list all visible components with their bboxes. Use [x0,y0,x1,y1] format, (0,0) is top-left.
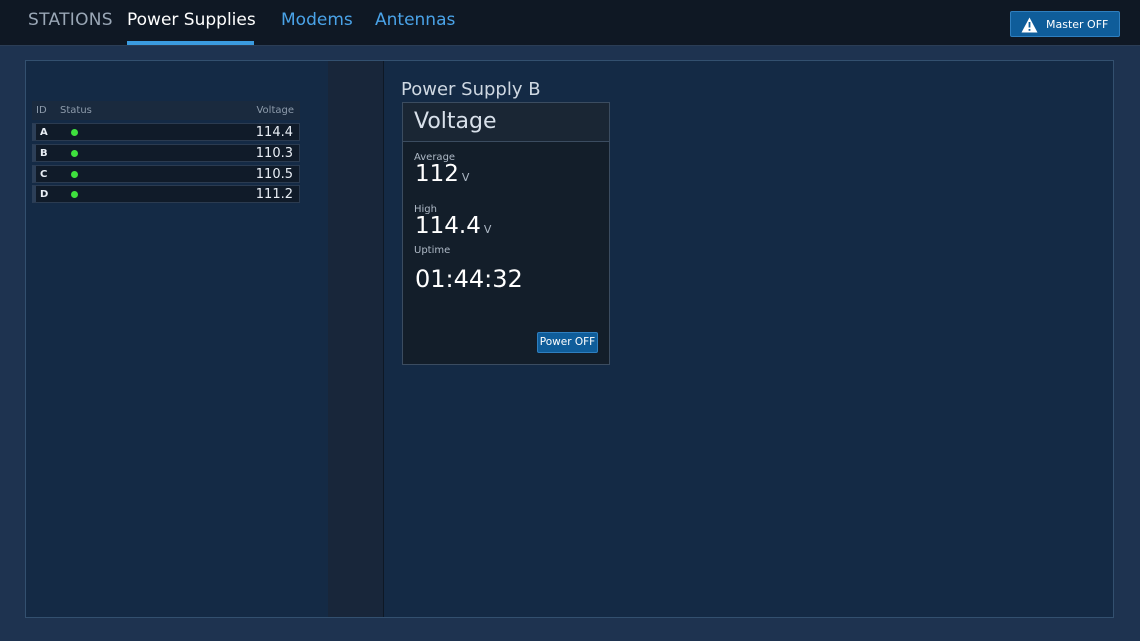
table-header: ID Status Voltage [32,101,300,120]
row-voltage: 111.2 [255,187,293,202]
app-brand: STATIONS [28,10,113,30]
high-number: 114.4 [415,213,481,239]
tab-power-supplies[interactable]: Power Supplies [127,10,256,30]
column-header-status: Status [60,105,92,116]
status-indicator [71,191,78,198]
panel-divider [328,61,384,617]
uptime-value: 01:44:32 [415,265,523,293]
status-indicator [71,129,78,136]
high-value: 114.4 V [415,213,491,239]
detail-title: Power Supply B [401,79,541,100]
top-nav-bar: STATIONS Power Supplies Modems Antennas … [0,0,1140,46]
table-row[interactable]: B 110.3 [32,144,300,162]
row-voltage: 110.3 [255,146,293,161]
master-off-label: Master OFF [1046,18,1109,31]
master-off-button[interactable]: Master OFF [1010,11,1120,37]
card-title: Voltage [414,109,497,134]
main-panel: ID Status Voltage A 114.4 B 110.3 C 110.… [25,60,1114,618]
average-value: 112 V [415,161,469,187]
row-id: D [40,189,49,200]
card-header: Voltage [403,103,609,142]
row-voltage: 114.4 [255,125,293,140]
row-voltage: 110.5 [255,167,293,182]
voltage-card: Voltage Average 112 V High 114.4 V Uptime … [402,102,610,365]
high-unit: V [483,223,492,236]
row-id: A [40,127,48,138]
status-indicator [71,171,78,178]
table-row[interactable]: C 110.5 [32,165,300,183]
active-tab-indicator [127,41,254,45]
power-off-button[interactable]: Power OFF [537,332,598,353]
tab-modems[interactable]: Modems [281,10,353,30]
power-supply-list-panel: ID Status Voltage A 114.4 B 110.3 C 110.… [26,61,328,617]
table-row[interactable]: D 111.2 [32,185,300,203]
tab-antennas[interactable]: Antennas [375,10,455,30]
row-id: B [40,148,48,159]
average-unit: V [461,171,470,184]
uptime-label: Uptime [414,245,451,256]
table-row[interactable]: A 114.4 [32,123,300,141]
row-id: C [40,169,48,180]
column-header-voltage: Voltage [256,105,294,116]
average-number: 112 [415,161,459,187]
status-indicator [71,150,78,157]
warning-icon [1021,17,1038,33]
column-header-id: ID [36,105,47,116]
